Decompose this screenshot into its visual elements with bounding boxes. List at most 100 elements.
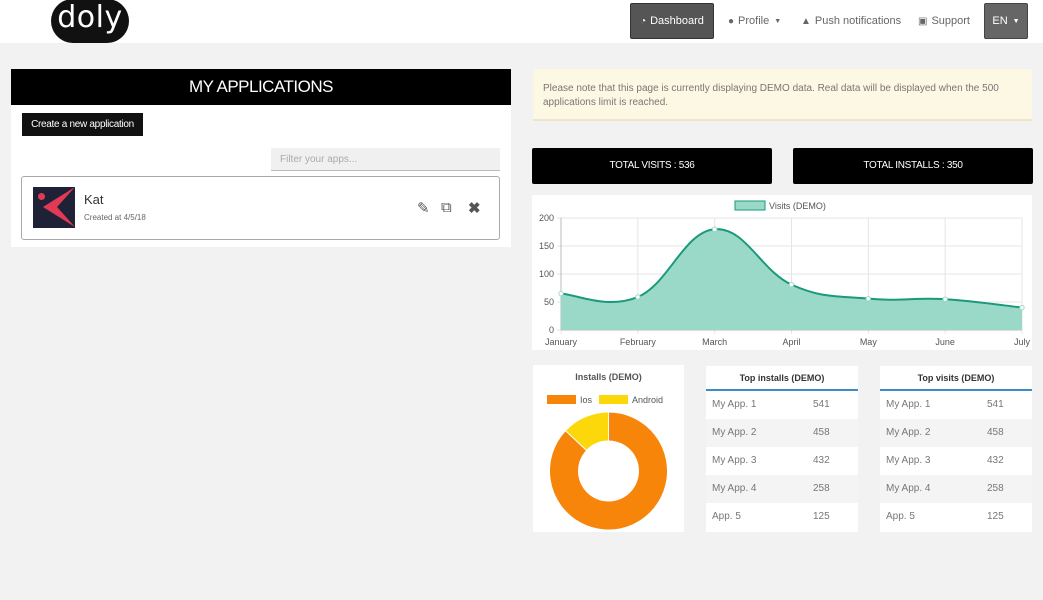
top-visits-table: Top visits (DEMO) My App. 1 541 My App. 2… xyxy=(880,366,1032,532)
demo-notice: Please note that this page is currently … xyxy=(533,69,1032,121)
data-point xyxy=(865,295,872,302)
create-application-button[interactable]: Create a new application xyxy=(22,113,143,136)
data-point xyxy=(1019,304,1025,311)
table-row: My App. 2 458 xyxy=(880,419,1032,447)
dashboard-icon: ◔ xyxy=(640,15,647,27)
total-visits: TOTAL VISITS : 536 xyxy=(532,148,772,184)
legend-label: Ios xyxy=(580,395,593,405)
total-installs: TOTAL INSTALLS : 350 xyxy=(793,148,1033,184)
y-tick-label: 200 xyxy=(539,213,554,223)
row-value: 432 xyxy=(813,455,830,466)
row-name: My App. 4 xyxy=(886,483,931,494)
data-point xyxy=(788,281,795,288)
briefcase-icon: ▣ xyxy=(918,15,928,27)
x-tick-label: June xyxy=(935,337,955,347)
app-created-date: Created at 4/5/18 xyxy=(84,213,146,222)
row-value: 541 xyxy=(813,399,830,410)
nav-dashboard[interactable]: ◔ Dashboard xyxy=(630,3,714,39)
y-tick-label: 0 xyxy=(549,325,554,335)
logo[interactable]: doly xyxy=(51,0,129,43)
donut-title: Installs (DEMO) xyxy=(575,372,642,382)
row-value: 432 xyxy=(987,455,1004,466)
nav-profile[interactable]: ● Profile ▼ xyxy=(728,3,781,39)
table-row: My App. 3 432 xyxy=(706,447,858,475)
row-name: App. 5 xyxy=(712,511,741,522)
row-value: 258 xyxy=(813,483,830,494)
duplicate-icon[interactable]: ⧉ xyxy=(441,199,452,216)
y-tick-label: 150 xyxy=(539,241,554,251)
row-name: My App. 4 xyxy=(712,483,757,494)
visits-line-chart-svg: 0 50 100 150 200 January February March April May… xyxy=(539,200,1031,347)
x-tick-label: May xyxy=(860,337,878,347)
app-thumbnail-dot xyxy=(38,193,45,200)
language-dropdown[interactable]: EN ▼ xyxy=(984,3,1028,39)
data-point xyxy=(558,290,564,297)
nav-push-notifications[interactable]: ▲ Push notifications xyxy=(801,3,901,39)
row-value: 541 xyxy=(987,399,1004,410)
table-row: My App. 1 541 xyxy=(880,391,1032,419)
table-row: My App. 2 458 xyxy=(706,419,858,447)
row-name: App. 5 xyxy=(886,511,915,522)
row-value: 125 xyxy=(987,511,1004,522)
pencil-icon[interactable]: ✎ xyxy=(417,199,430,217)
x-tick-label: April xyxy=(782,337,800,347)
legend-swatch xyxy=(734,200,766,211)
row-value: 125 xyxy=(813,511,830,522)
visits-line-chart: 0 50 100 150 200 January February March April May… xyxy=(532,195,1032,350)
table-row: My App. 3 432 xyxy=(880,447,1032,475)
row-value: 458 xyxy=(813,427,830,438)
installs-donut-chart-svg: Installs (DEMO) Ios Android xyxy=(547,372,668,531)
navbar: doly ◔ Dashboard ● Profile ▼ ▲ Push noti… xyxy=(0,0,1043,43)
nav-push-label: Push notifications xyxy=(814,15,902,27)
caret-down-icon: ▼ xyxy=(774,17,782,25)
applications-panel: MY APPLICATIONS Create a new application… xyxy=(11,69,511,247)
x-tick-label: July xyxy=(1014,337,1031,347)
legend-label: Android xyxy=(632,395,663,405)
y-tick-label: 100 xyxy=(539,269,554,279)
row-name: My App. 1 xyxy=(712,399,757,410)
table-row: My App. 4 258 xyxy=(706,475,858,503)
bullhorn-icon: ▲ xyxy=(801,15,811,27)
top-visits-body: My App. 1 541 My App. 2 458 My App. 3 432 M… xyxy=(880,391,1032,531)
row-name: My App. 2 xyxy=(886,427,931,438)
row-name: My App. 2 xyxy=(712,427,757,438)
applications-title: MY APPLICATIONS xyxy=(11,69,511,105)
nav-support[interactable]: ▣ Support xyxy=(918,3,970,39)
nav-dashboard-label: Dashboard xyxy=(650,15,704,27)
installs-donut-chart: Installs (DEMO) Ios Android xyxy=(533,365,684,532)
row-value: 458 xyxy=(987,427,1004,438)
row-name: My App. 3 xyxy=(712,455,757,466)
app-thumbnail-shape-inner xyxy=(57,187,75,227)
table-row: App. 5 125 xyxy=(706,503,858,531)
caret-down-icon: ▼ xyxy=(1012,17,1020,25)
legend-swatch xyxy=(599,395,628,404)
legend-swatch xyxy=(547,395,576,404)
x-tick-label: January xyxy=(545,337,578,347)
x-tick-label: March xyxy=(702,337,727,347)
legend-label: Visits (DEMO) xyxy=(769,201,826,211)
y-tick-label: 50 xyxy=(544,297,554,307)
close-icon[interactable]: ✖ xyxy=(468,199,481,217)
top-visits-title: Top visits (DEMO) xyxy=(880,366,1032,391)
data-point xyxy=(711,226,718,232)
user-icon: ● xyxy=(728,15,735,27)
row-value: 258 xyxy=(987,483,1004,494)
app-name: Kat xyxy=(84,192,104,207)
table-row: My App. 1 541 xyxy=(706,391,858,419)
data-point xyxy=(942,296,948,302)
table-row: App. 5 125 xyxy=(880,503,1032,531)
x-tick-label: February xyxy=(620,337,657,347)
filter-apps-input[interactable] xyxy=(271,148,500,171)
nav-profile-label: Profile xyxy=(738,15,770,27)
data-point xyxy=(635,294,641,300)
row-name: My App. 1 xyxy=(886,399,931,410)
language-label: EN xyxy=(992,15,1008,27)
top-installs-title: Top installs (DEMO) xyxy=(706,366,858,391)
nav-support-label: Support xyxy=(931,15,970,27)
app-card[interactable]: Kat Created at 4/5/18 ✎ ⧉ ✖ xyxy=(21,176,500,240)
top-installs-table: Top installs (DEMO) My App. 1 541 My App.… xyxy=(706,366,858,532)
top-installs-body: My App. 1 541 My App. 2 458 My App. 3 432 M… xyxy=(706,391,858,531)
app-thumbnail xyxy=(33,187,75,228)
table-row: My App. 4 258 xyxy=(880,475,1032,503)
row-name: My App. 3 xyxy=(886,455,931,466)
